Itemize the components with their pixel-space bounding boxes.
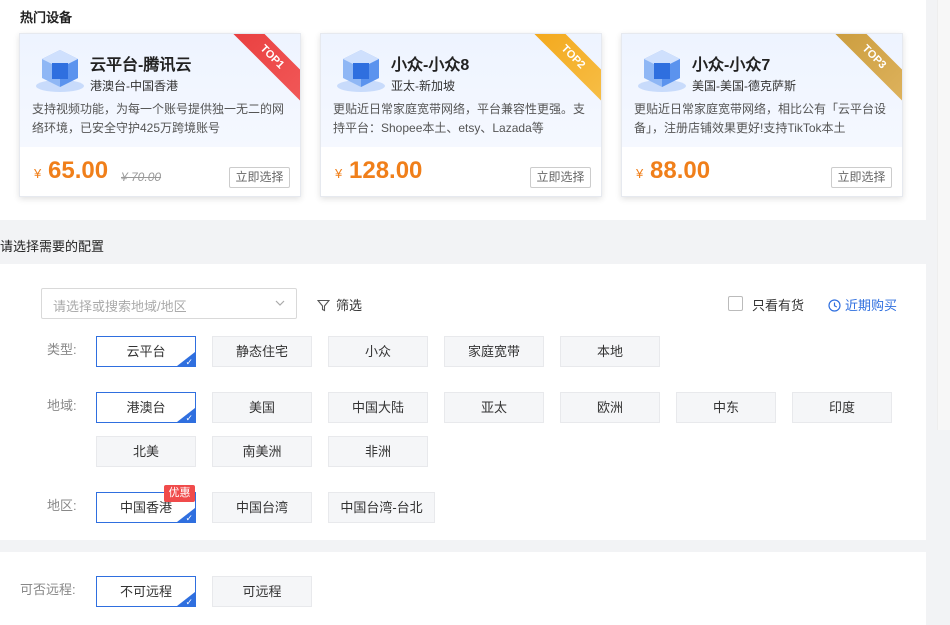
region-search-input[interactable]: 请选择或搜索地域/地区 — [41, 288, 297, 319]
recent-purchases-link[interactable]: 近期购买 — [828, 295, 897, 314]
select-now-button[interactable]: 立即选择 — [229, 167, 290, 188]
region-label: 地区: — [47, 498, 77, 513]
filter-label: 筛选 — [336, 298, 363, 313]
device-card-1[interactable]: 云平台-腾讯云 港澳台-中国香港 支持视频功能，为每一个账号提供独一无二的网络环… — [19, 33, 301, 197]
area-option-mainland[interactable]: 中国大陆 — [328, 392, 428, 423]
area-option-us[interactable]: 美国 — [212, 392, 312, 423]
region-option-taiwan[interactable]: 中国台湾 — [212, 492, 312, 523]
type-option-cloud[interactable]: 云平台 — [96, 336, 196, 368]
discount-badge: 优惠 — [164, 485, 195, 502]
type-option-niche[interactable]: 小众 — [328, 336, 428, 367]
currency-symbol: ¥ — [34, 166, 42, 181]
recent-label: 近期购买 — [845, 298, 898, 313]
area-option-apac[interactable]: 亚太 — [444, 392, 544, 423]
area-option-india[interactable]: 印度 — [792, 392, 892, 423]
card-description: 更贴近日常家庭宽带网络，相比公有「云平台设备」，注册店铺效果更好!支持TikTo… — [634, 102, 887, 135]
card-name: 小众-小众8 — [391, 57, 470, 74]
currency-symbol: ¥ — [636, 166, 644, 181]
cloud-server-icon — [337, 50, 385, 92]
card-region: 港澳台-中国香港 — [90, 79, 178, 93]
remote-option-no[interactable]: 不可远程 — [96, 576, 196, 608]
price: 88.00 — [650, 157, 711, 184]
device-card-3[interactable]: 小众-小众7 美国-美国-德克萨斯 更贴近日常家庭宽带网络，相比公有「云平台设备… — [621, 33, 903, 197]
scrollbar[interactable] — [937, 0, 950, 430]
currency-symbol: ¥ — [335, 166, 343, 181]
card-description: 支持视频功能，为每一个账号提供独一无二的网络环境，已安全守护425万跨境账号 — [32, 102, 285, 135]
type-option-static-residential[interactable]: 静态住宅 — [212, 336, 312, 367]
area-option-south-america[interactable]: 南美洲 — [212, 436, 312, 467]
in-stock-label: 只看有货 — [752, 298, 805, 313]
config-title: 请选择需要的配置 — [0, 239, 105, 254]
area-option-hmt[interactable]: 港澳台 — [96, 392, 196, 424]
remote-option-yes[interactable]: 可远程 — [212, 576, 312, 607]
type-option-local[interactable]: 本地 — [560, 336, 660, 367]
area-label: 地域: — [47, 398, 77, 413]
area-option-europe[interactable]: 欧洲 — [560, 392, 660, 423]
type-option-home-broadband[interactable]: 家庭宽带 — [444, 336, 544, 367]
card-description: 更贴近日常家庭宽带网络，平台兼容性更强。支持平台：Shopee本土、etsy、L… — [333, 102, 586, 135]
type-label: 类型: — [47, 342, 77, 357]
original-price: ¥ 70.00 — [121, 170, 162, 184]
price: 65.00 — [48, 157, 109, 184]
select-now-button[interactable]: 立即选择 — [831, 167, 892, 188]
cloud-server-icon — [36, 50, 84, 92]
filter-icon — [316, 299, 331, 312]
hot-devices-title: 热门设备 — [20, 10, 73, 25]
card-region: 美国-美国-德克萨斯 — [692, 79, 796, 93]
area-option-middle-east[interactable]: 中东 — [676, 392, 776, 423]
in-stock-checkbox[interactable] — [728, 296, 743, 311]
clock-icon — [828, 299, 841, 312]
region-option-taipei[interactable]: 中国台湾-台北 — [328, 492, 435, 523]
remote-label: 可否远程: — [20, 582, 76, 597]
search-placeholder: 请选择或搜索地域/地区 — [53, 299, 187, 314]
card-name: 小众-小众7 — [692, 57, 771, 74]
device-card-2[interactable]: 小众-小众8 亚太-新加坡 更贴近日常家庭宽带网络，平台兼容性更强。支持平台：S… — [320, 33, 602, 197]
area-option-north-america[interactable]: 北美 — [96, 436, 196, 467]
card-name: 云平台-腾讯云 — [90, 57, 192, 74]
price: 128.00 — [349, 157, 423, 184]
filter-button[interactable]: 筛选 — [316, 295, 363, 314]
card-region: 亚太-新加坡 — [391, 79, 455, 93]
chevron-down-icon — [275, 300, 285, 306]
select-now-button[interactable]: 立即选择 — [530, 167, 591, 188]
cloud-server-icon — [638, 50, 686, 92]
area-option-africa[interactable]: 非洲 — [328, 436, 428, 467]
